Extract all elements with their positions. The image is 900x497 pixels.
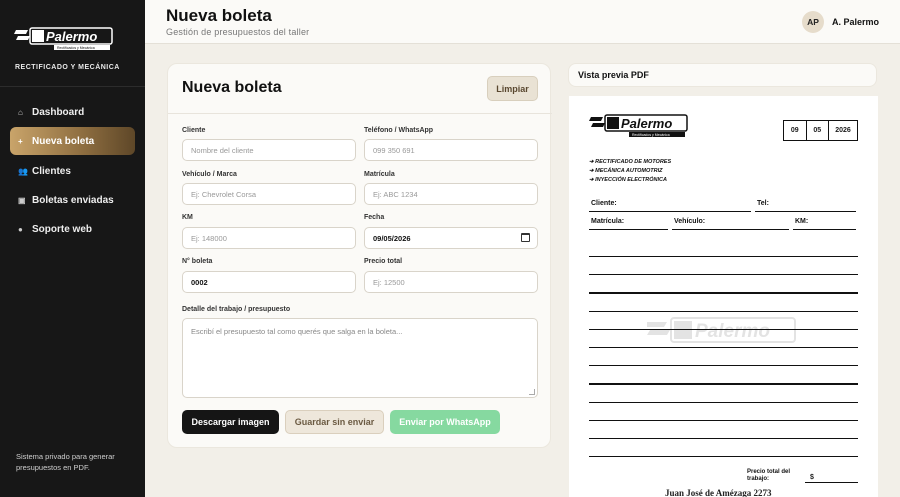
box-icon: ▣ [18, 195, 26, 205]
sheet-km-line [793, 229, 856, 231]
precio-label: Precio total [364, 258, 403, 265]
page-title: Nueva boleta [166, 6, 272, 25]
user-name[interactable]: A. Palermo [832, 17, 879, 27]
save-without-sending-button[interactable]: Guardar sin enviar [285, 410, 384, 434]
ruled-line [589, 438, 858, 440]
ruled-line [589, 292, 858, 294]
avatar[interactable]: AP [802, 11, 824, 33]
service-item: ➔ INYECCIÓN ELECTRÓNICA [589, 177, 667, 183]
boleta-input[interactable]: 0002 [182, 271, 356, 293]
sidebar-item-boletas-enviadas[interactable]: ▣ Boletas enviadas [10, 186, 135, 214]
card-divider [168, 113, 552, 114]
users-icon: 👥 [18, 166, 28, 176]
page-subtitle: Gestión de presupuestos del taller [166, 27, 310, 37]
pdf-preview-sheet: Palermo Rectificados y Mecánica 09 05 20… [569, 96, 878, 497]
date-year: 2026 [835, 127, 851, 134]
sidebar-divider [0, 86, 145, 87]
fecha-value: 09/05/2026 [373, 233, 411, 243]
service-item: ➔ MECÁNICA AUTOMOTRIZ [589, 168, 663, 174]
matricula-label: Matrícula [364, 171, 395, 178]
form-title: Nueva boleta [182, 79, 282, 96]
sidebar-footer: Sistema privado para generar presupuesto… [16, 452, 115, 472]
sheet-matricula-line [589, 229, 668, 231]
sheet-matricula-label: Matrícula: [591, 218, 625, 225]
plus-icon: + [18, 136, 23, 146]
dot-icon: ● [18, 224, 23, 234]
sheet-tel-label: Tel: [757, 200, 769, 207]
sidebar-item-soporte-web[interactable]: ● Soporte web [10, 215, 135, 243]
ruled-line [589, 310, 858, 312]
sheet-vehiculo-line [672, 229, 789, 231]
km-label: KM [182, 214, 193, 221]
cliente-label: Cliente [182, 127, 206, 134]
ruled-line [589, 456, 858, 458]
clear-button[interactable]: Limpiar [487, 76, 538, 101]
sidebar-item-label: Clientes [32, 165, 71, 177]
telefono-input[interactable]: 099 350 691 [364, 139, 538, 161]
sheet-km-label: KM: [795, 218, 809, 225]
ruled-line [589, 274, 858, 276]
ruled-line [589, 328, 858, 330]
home-icon: ⌂ [18, 107, 23, 117]
km-input[interactable]: Ej: 148000 [182, 227, 356, 249]
sidebar-item-label: Dashboard [32, 106, 85, 118]
ruled-line [589, 383, 858, 385]
sidebar-item-label: Nueva boleta [32, 135, 95, 147]
fecha-label: Fecha [364, 214, 385, 221]
sidebar: Palermo Rectificados y Mecánica RECTIFIC… [0, 0, 145, 497]
brand-logo-text: Palermo [46, 29, 97, 44]
sidebar-item-clientes[interactable]: 👥 Clientes [10, 157, 135, 185]
detalle-label: Detalle del trabajo / presupuesto [182, 306, 291, 313]
ruled-line [589, 365, 858, 367]
matricula-input[interactable]: Ej: ABC 1234 [364, 183, 538, 205]
service-item: ➔ RECTIFICADO DE MOTORES [589, 159, 672, 165]
detalle-textarea[interactable]: Escribí el presupuesto tal como querés q… [182, 318, 538, 398]
sheet-logo-text: Palermo [621, 116, 672, 131]
ruled-line [589, 256, 858, 258]
fecha-input[interactable]: 09/05/2026 [364, 227, 538, 249]
cliente-input[interactable]: Nombre del cliente [182, 139, 356, 161]
brand-subtitle: RECTIFICADO Y MECÁNICA [15, 64, 120, 71]
resize-handle-icon[interactable] [529, 389, 535, 395]
watermark-logo: Palermo [647, 317, 796, 343]
date-box: 09 05 2026 [783, 120, 858, 141]
sidebar-item-nueva-boleta[interactable]: + Nueva boleta [10, 127, 135, 155]
send-whatsapp-button[interactable]: Enviar por WhatsApp [390, 410, 500, 434]
detalle-placeholder: Escribí el presupuesto tal como querés q… [191, 327, 403, 336]
ruled-line [589, 401, 858, 403]
sidebar-item-label: Soporte web [32, 223, 93, 235]
date-month: 05 [807, 121, 830, 140]
sheet-precio-line [805, 482, 858, 484]
services-list: ➔ RECTIFICADO DE MOTORES ➔ MECÁNICA AUTO… [589, 158, 671, 185]
ruled-line [589, 419, 858, 421]
sheet-cliente-line [589, 211, 751, 213]
vehiculo-label: Vehículo / Marca [182, 171, 237, 178]
date-day: 09 [784, 121, 807, 140]
preview-header: Vista previa PDF [568, 63, 877, 87]
sheet-logo: Palermo Rectificados y Mecánica [589, 114, 688, 137]
sheet-cliente-label: Cliente: [591, 200, 617, 207]
download-image-button[interactable]: Descargar imagen [182, 410, 279, 434]
top-header: Nueva boleta Gestión de presupuestos del… [145, 0, 900, 44]
sheet-tel-line [755, 211, 856, 213]
watermark-logo-text: Palermo [695, 321, 770, 342]
boleta-label: N° boleta [182, 258, 213, 265]
sheet-currency-sign: $ [810, 474, 814, 481]
telefono-label: Teléfono / WhatsApp [364, 127, 434, 134]
precio-input[interactable]: Ej: 12500 [364, 271, 538, 293]
vehiculo-input[interactable]: Ej: Chevrolet Corsa [182, 183, 356, 205]
sheet-logo-subtext: Rectificados y Mecánica [632, 133, 670, 137]
brand-logo-subtext: Rectificados y Mecánica [57, 46, 95, 50]
calendar-icon[interactable] [521, 233, 530, 242]
sidebar-item-label: Boletas enviadas [32, 194, 114, 206]
sheet-address: Juan José de Amézaga 2273 [665, 488, 772, 497]
brand-logo: Palermo Rectificados y Mecánica [14, 27, 113, 50]
sheet-vehiculo-label: Vehículo: [674, 218, 706, 225]
sheet-precio-label: Precio total del trabajo: [747, 469, 791, 482]
sidebar-item-dashboard[interactable]: ⌂ Dashboard [10, 98, 135, 126]
form-card: Nueva boleta Limpiar Cliente Nombre del … [167, 63, 552, 448]
ruled-line [589, 347, 858, 349]
